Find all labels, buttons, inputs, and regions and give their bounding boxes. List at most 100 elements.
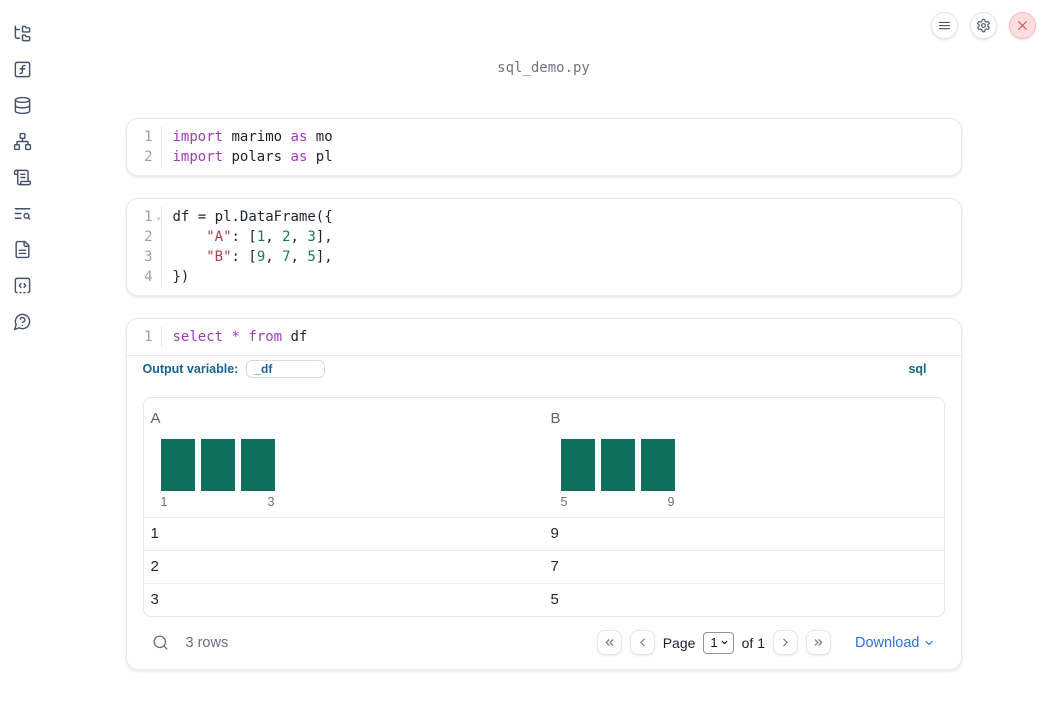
next-page-button[interactable] <box>773 630 798 655</box>
chevron-down-icon <box>924 640 933 645</box>
text-search-icon <box>14 207 30 220</box>
histogram-bar <box>240 439 275 491</box>
code-line[interactable]: 2 "A": [1, 2, 3], <box>127 227 961 247</box>
settings-button[interactable] <box>970 12 997 39</box>
column-name: A <box>150 410 161 427</box>
code-text: "B": [9, 7, 5], <box>160 247 961 267</box>
sidebar-item-documentation[interactable] <box>6 233 38 265</box>
histogram-bar <box>600 439 635 491</box>
help-circle-icon <box>13 313 30 330</box>
file-text-icon <box>14 240 30 258</box>
sidebar-item-logs[interactable] <box>6 197 38 229</box>
histogram-bar <box>560 439 595 491</box>
table-row[interactable]: 35 <box>143 583 944 616</box>
fold-gutter <box>155 267 163 287</box>
notebook-main: sql_demo.py 1 import marimo as mo 2 import … <box>44 0 1043 713</box>
menu-button[interactable] <box>931 12 958 39</box>
histogram-axis-labels: 5 9 <box>561 495 675 509</box>
fold-gutter <box>155 147 163 167</box>
app-window: sql_demo.py 1 import marimo as mo 2 import … <box>0 0 1043 713</box>
page-select-value: 1 <box>710 635 718 650</box>
line-number: 4 <box>144 269 153 285</box>
line-number: 3 <box>144 249 153 265</box>
table-cell: 1 <box>150 525 159 542</box>
table-row[interactable]: 19 <box>143 517 944 550</box>
sidebar-item-dependencies[interactable] <box>6 125 38 157</box>
language-badge: sql <box>908 362 927 376</box>
code-text: }) <box>160 267 961 287</box>
table-row[interactable]: 27 <box>143 550 944 583</box>
code-editor: 1 ⌄ df = pl.DataFrame({2 "A": [1, 2, 3], 3 … <box>127 199 961 295</box>
panel-sidebar <box>0 0 44 713</box>
sidebar-item-data-sources[interactable] <box>6 89 38 121</box>
code-line[interactable]: 1 ⌄ df = pl.DataFrame({ <box>127 207 961 227</box>
code-editor: 1 select * from df <box>127 319 961 355</box>
hamburger-menu-icon <box>938 21 951 30</box>
output-variable-input[interactable] <box>246 360 326 378</box>
chevron-left-icon <box>639 638 645 647</box>
chevron-down-icon <box>721 640 727 645</box>
window-actions <box>931 12 1036 39</box>
output-variable-row: Output variable: sql <box>126 355 961 382</box>
table-cell: 7 <box>550 558 559 575</box>
code-line[interactable]: 3 "B": [9, 7, 5], <box>127 247 961 267</box>
previous-page-button[interactable] <box>629 630 655 655</box>
fold-gutter <box>155 227 163 247</box>
sidebar-item-explorer[interactable] <box>6 17 38 49</box>
sidebar-item-snippets[interactable] <box>6 269 38 301</box>
chevrons-left-icon <box>605 639 614 646</box>
table-footer: 3 rows Page 1 of 1 Download <box>143 617 945 655</box>
pagination: Page 1 of 1 Download <box>596 630 935 655</box>
scroll-icon <box>13 169 31 185</box>
histogram <box>160 439 536 491</box>
chevrons-right-icon <box>814 639 823 646</box>
first-page-button[interactable] <box>596 630 622 655</box>
last-page-button[interactable] <box>806 630 831 655</box>
table-search-button[interactable] <box>152 634 169 651</box>
table-cell: 2 <box>150 558 159 575</box>
sidebar-item-scratchpad[interactable] <box>6 161 38 193</box>
histogram-bar <box>160 439 195 491</box>
code-text: import polars as pl <box>160 147 961 167</box>
notebook-filename: sql_demo.py <box>497 60 590 76</box>
table-cell: 5 <box>550 591 559 608</box>
network-icon <box>13 132 31 150</box>
notebook-column: sql_demo.py 1 import marimo as mo 2 import … <box>125 60 962 670</box>
fold-chevron-icon[interactable]: ⌄ <box>155 207 163 227</box>
column-header-b[interactable]: B 5 9 <box>544 398 944 517</box>
table-body: 192735 <box>143 517 944 616</box>
code-line[interactable]: 1 select * from df <box>127 327 961 347</box>
column-header-a[interactable]: A 1 3 <box>144 398 544 517</box>
line-number: 1 <box>144 329 153 345</box>
gear-icon <box>977 18 990 33</box>
code-text: import marimo as mo <box>160 127 961 147</box>
line-number: 2 <box>144 149 153 165</box>
sidebar-item-functions[interactable] <box>6 53 38 85</box>
close-icon <box>1018 21 1027 30</box>
download-label: Download <box>855 634 920 651</box>
line-number: 1 <box>144 209 153 225</box>
histogram-min-label: 5 <box>560 495 568 509</box>
code-text: df = pl.DataFrame({ <box>160 207 961 227</box>
code-line[interactable]: 4}) <box>127 267 961 287</box>
code-text: select * from df <box>160 327 961 347</box>
fold-gutter <box>155 327 163 347</box>
histogram-bar <box>200 439 235 491</box>
sql-cell: 1 select * from df Output variable: sql A <box>125 318 962 670</box>
page-label: Page <box>662 634 696 651</box>
histogram-bar <box>640 439 675 491</box>
code-line[interactable]: 1 import marimo as mo <box>127 127 961 147</box>
line-number: 2 <box>144 229 153 245</box>
sidebar-item-help[interactable] <box>6 305 38 337</box>
code-text: "A": [1, 2, 3], <box>160 227 961 247</box>
histogram-min-label: 1 <box>160 495 168 509</box>
cell-output: A 1 3 B 5 9 1 9 2 7 3 5 3 rows Page 1 of… <box>127 382 961 669</box>
histogram-axis-labels: 1 3 <box>161 495 275 509</box>
code-line[interactable]: 2 import polars as pl <box>127 147 961 167</box>
code-square-icon <box>14 277 30 293</box>
close-button[interactable] <box>1009 12 1036 39</box>
download-button[interactable]: Download <box>855 635 935 651</box>
page-select[interactable]: 1 <box>703 631 734 654</box>
row-count: 3 rows <box>185 634 229 651</box>
histogram-max-label: 3 <box>267 495 275 509</box>
